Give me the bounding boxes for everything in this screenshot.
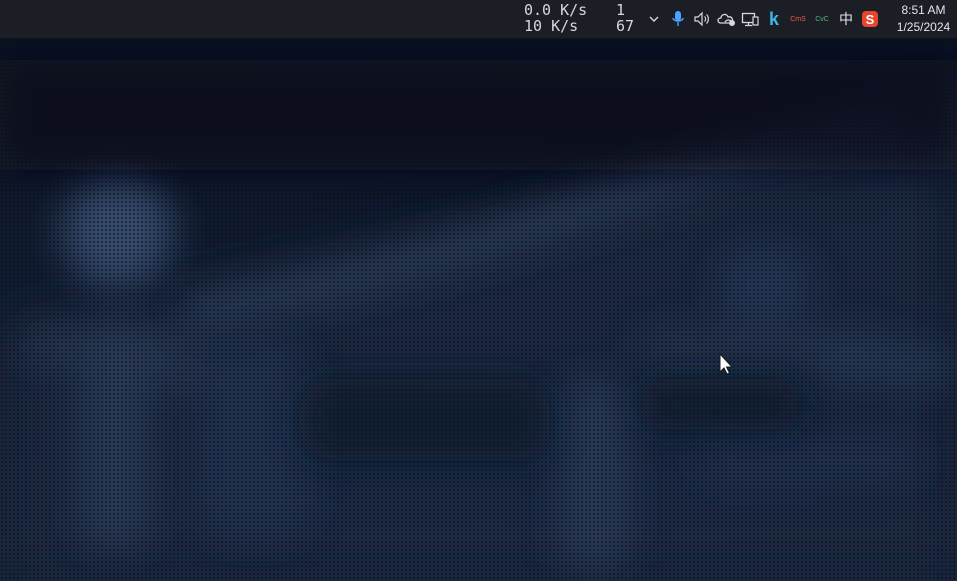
display-network-button[interactable] xyxy=(738,0,762,38)
taskbar: 0.0 K/s 1 10 K/s 67 k CmS CvC 中 S 8:51 A… xyxy=(0,0,957,39)
sogou-ime-icon: S xyxy=(862,11,878,27)
display-network-icon xyxy=(741,12,759,27)
microphone-button[interactable] xyxy=(666,0,690,38)
download-row: 10 K/s 67 xyxy=(524,18,642,34)
cloud-sync-button[interactable] xyxy=(714,0,738,38)
cvc-app-icon: CvC xyxy=(815,15,829,23)
cms-app-icon: CmS xyxy=(790,15,806,23)
mouse-cursor-icon xyxy=(719,353,734,375)
wallpaper-art xyxy=(0,0,957,581)
k-app-button[interactable]: k xyxy=(762,0,786,38)
sogou-ime-button[interactable]: S xyxy=(858,0,882,38)
volume-button[interactable] xyxy=(690,0,714,38)
upload-speed: 0.0 K/s xyxy=(524,1,588,19)
cloud-sync-icon xyxy=(717,13,735,26)
desktop-wallpaper xyxy=(0,0,957,581)
upload-row: 0.0 K/s 1 xyxy=(524,2,642,18)
download-count: 67 xyxy=(616,17,635,35)
sogou-ime-letter: S xyxy=(866,12,875,27)
input-method-button[interactable]: 中 xyxy=(834,0,858,38)
cvc-app-button[interactable]: CvC xyxy=(810,0,834,38)
input-method-icon: 中 xyxy=(839,12,853,28)
cms-app-button[interactable]: CmS xyxy=(786,0,810,38)
download-speed: 10 K/s xyxy=(524,17,579,35)
k-app-icon: k xyxy=(768,8,779,29)
taskbar-clock[interactable]: 8:51 AM 1/25/2024 xyxy=(890,2,957,36)
show-hidden-icons-button[interactable] xyxy=(642,0,666,38)
chevron-up-icon xyxy=(649,16,659,22)
system-tray: k CmS CvC 中 S xyxy=(642,0,882,38)
clock-date: 1/25/2024 xyxy=(896,20,951,34)
desktop[interactable]: 0.0 K/s 1 10 K/s 67 k CmS CvC 中 S 8:51 A… xyxy=(0,0,957,581)
volume-icon xyxy=(694,11,709,27)
network-speed-monitor[interactable]: 0.0 K/s 1 10 K/s 67 xyxy=(524,2,642,36)
clock-time: 8:51 AM xyxy=(901,3,946,17)
upload-count: 1 xyxy=(616,1,626,19)
microphone-icon xyxy=(672,11,684,26)
